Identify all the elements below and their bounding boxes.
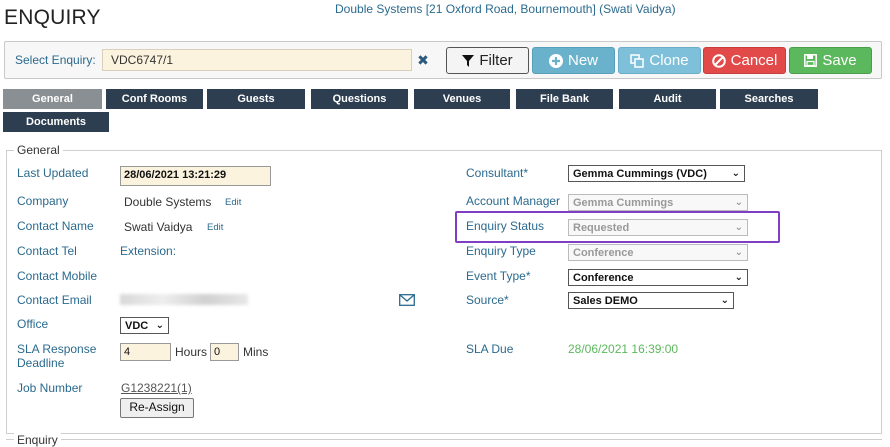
account-manager-select: Gemma Cummings ⌄ xyxy=(568,194,748,211)
sla-response-label-line2: Deadline xyxy=(17,356,65,370)
general-legend: General xyxy=(14,143,63,157)
contact-name-value: Swati Vaidya xyxy=(124,220,193,234)
job-number-link[interactable]: G1238221(1) xyxy=(121,381,192,395)
new-label: New xyxy=(567,52,598,69)
event-type-value: Conference xyxy=(573,271,634,284)
clone-icon xyxy=(630,53,645,68)
office-label: Office xyxy=(17,317,49,331)
toolbar: Select Enquiry: VDC6747/1 ✖ Filter New C… xyxy=(4,41,882,79)
last-updated-label: Last Updated xyxy=(17,166,89,180)
extension-label: Extension: xyxy=(120,244,177,258)
contact-edit-link[interactable]: Edit xyxy=(207,222,223,233)
reassign-button[interactable]: Re-Assign xyxy=(120,398,194,418)
consultant-label: Consultant* xyxy=(466,166,529,180)
cancel-label: Cancel xyxy=(730,52,778,69)
source-value: Sales DEMO xyxy=(573,294,638,307)
enquiry-status-value: Requested xyxy=(573,221,630,234)
new-button[interactable]: New xyxy=(532,47,615,74)
tab-documents[interactable]: Documents xyxy=(3,112,109,132)
tab-file-bank[interactable]: File Bank xyxy=(516,89,613,109)
contact-tel-label: Contact Tel xyxy=(17,244,77,258)
tab-searches[interactable]: Searches xyxy=(720,89,818,109)
enquiry-legend: Enquiry xyxy=(14,433,61,447)
redacted-email xyxy=(120,294,248,305)
select-enquiry-label: Select Enquiry: xyxy=(15,53,96,67)
chevron-down-icon: ⌄ xyxy=(734,196,743,208)
clone-button[interactable]: Clone xyxy=(618,47,701,74)
company-value: Double Systems xyxy=(124,195,212,209)
chevron-down-icon: ⌄ xyxy=(734,221,743,233)
filter-button[interactable]: Filter xyxy=(446,47,529,74)
consultant-select[interactable]: Gemma Cummings (VDC) ⌄ xyxy=(568,165,745,182)
chevron-down-icon: ⌄ xyxy=(720,294,729,306)
sla-hours-input[interactable]: 4 xyxy=(120,343,171,361)
last-updated-field: 28/06/2021 13:21:29 xyxy=(120,166,271,186)
enquiry-status-select: Requested ⌄ xyxy=(568,219,748,236)
clone-label: Clone xyxy=(649,52,689,69)
job-number-label: Job Number xyxy=(17,381,83,395)
contact-email-label: Contact Email xyxy=(17,293,92,307)
plus-circle-icon xyxy=(548,53,563,68)
sla-response-label-line1: SLA Response xyxy=(17,342,97,356)
save-label: Save xyxy=(822,52,857,69)
account-manager-value: Gemma Cummings xyxy=(573,196,674,209)
cancel-button[interactable]: Cancel xyxy=(703,47,786,74)
client-info-link[interactable]: Double Systems [21 Oxford Road, Bournemo… xyxy=(335,2,676,16)
account-manager-label: Account Manager xyxy=(466,194,561,208)
filter-icon xyxy=(462,54,475,67)
source-select[interactable]: Sales DEMO ⌄ xyxy=(568,292,734,309)
contact-mobile-label: Contact Mobile xyxy=(17,269,98,283)
tab-audit[interactable]: Audit xyxy=(619,89,716,109)
office-select[interactable]: VDC ⌄ xyxy=(120,317,169,334)
clear-icon[interactable]: ✖ xyxy=(415,50,431,70)
select-enquiry-input[interactable]: VDC6747/1 xyxy=(102,49,412,71)
filter-label: Filter xyxy=(479,52,513,69)
event-type-label: Event Type* xyxy=(466,269,531,283)
sla-due-value: 28/06/2021 16:39:00 xyxy=(568,342,679,356)
enquiry-type-select: Conference ⌄ xyxy=(568,244,748,261)
chevron-down-icon: ⌄ xyxy=(155,319,164,331)
enquiry-status-label: Enquiry Status xyxy=(466,219,545,233)
tab-general[interactable]: General xyxy=(3,89,102,109)
save-button[interactable]: Save xyxy=(789,47,872,74)
contact-name-label: Contact Name xyxy=(17,219,94,233)
mins-label: Mins xyxy=(243,345,269,359)
ban-icon xyxy=(711,53,726,68)
tab-guests[interactable]: Guests xyxy=(207,89,305,109)
office-value: VDC xyxy=(125,319,149,332)
floppy-disk-icon xyxy=(804,54,818,67)
chevron-down-icon: ⌄ xyxy=(734,246,743,258)
enquiry-type-label: Enquiry Type xyxy=(466,244,536,258)
envelope-icon[interactable] xyxy=(399,294,415,306)
enquiry-type-value: Conference xyxy=(573,246,634,259)
event-type-select[interactable]: Conference ⌄ xyxy=(568,269,748,286)
enquiry-fieldset xyxy=(6,439,882,447)
tab-venues[interactable]: Venues xyxy=(414,89,510,109)
company-edit-link[interactable]: Edit xyxy=(225,197,241,208)
tab-questions[interactable]: Questions xyxy=(311,89,408,109)
sla-due-label: SLA Due xyxy=(466,342,514,356)
tab-conf-rooms[interactable]: Conf Rooms xyxy=(106,89,203,109)
source-label: Source* xyxy=(466,293,509,307)
company-label: Company xyxy=(17,194,69,208)
chevron-down-icon: ⌄ xyxy=(731,167,740,179)
sla-mins-input[interactable]: 0 xyxy=(210,343,239,361)
consultant-value: Gemma Cummings (VDC) xyxy=(573,167,707,180)
chevron-down-icon: ⌄ xyxy=(734,271,743,283)
page-title: ENQUIRY xyxy=(4,6,101,29)
hours-label: Hours xyxy=(175,345,208,359)
